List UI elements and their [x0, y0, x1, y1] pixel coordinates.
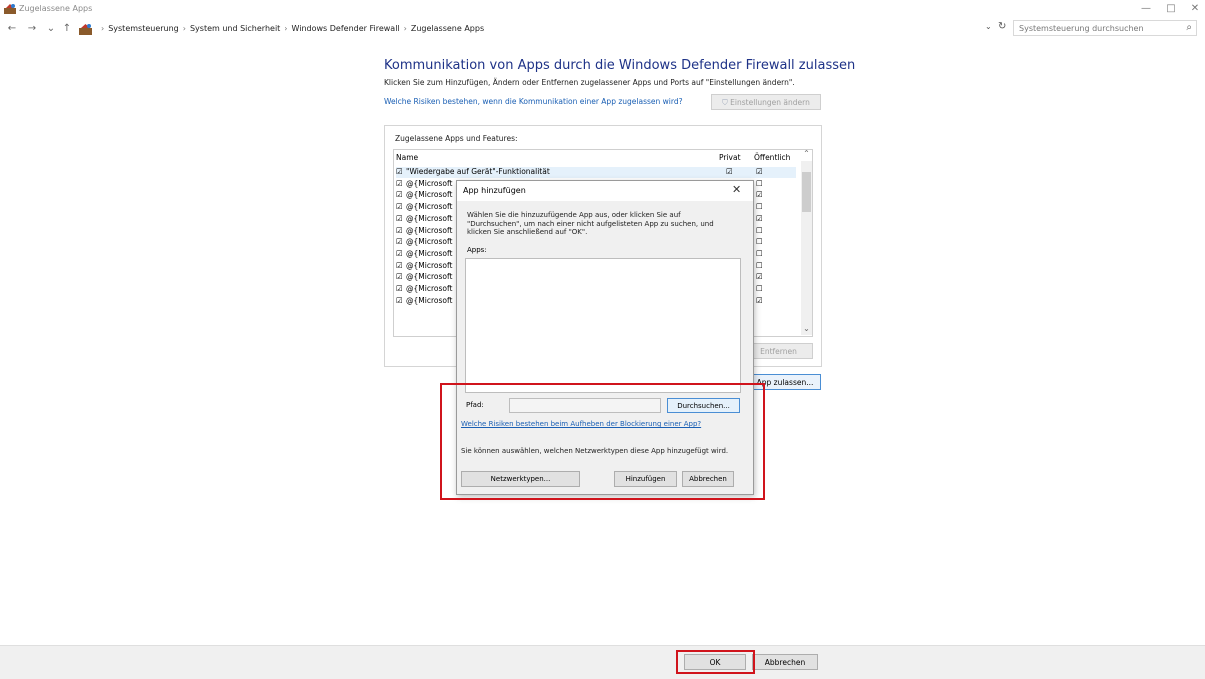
scrollbar-thumb[interactable] [802, 172, 811, 212]
breadcrumb-system-sicherheit[interactable]: System und Sicherheit [190, 24, 280, 33]
dialog-apps-list[interactable] [465, 258, 741, 393]
highlight-box-dialog-bottom [440, 383, 765, 500]
breadcrumb-firewall[interactable]: Windows Defender Firewall [292, 24, 400, 33]
app-name: @{Microsoft [406, 295, 453, 305]
breadcrumb-separator-icon: › [182, 24, 186, 33]
app-name: "Wiedergabe auf Gerät"-Funktionalität [406, 167, 550, 176]
app-name: @{Microsoft [406, 213, 453, 223]
public-checkbox[interactable]: ☑ [756, 190, 763, 199]
breadcrumb-separator-icon: › [284, 24, 288, 33]
column-header-private[interactable]: Privat [719, 153, 741, 162]
app-name: @{Microsoft [406, 178, 453, 188]
risk-help-link[interactable]: Welche Risiken bestehen, wenn die Kommun… [384, 97, 704, 107]
app-name: @{Microsoft [406, 248, 453, 258]
public-checkbox[interactable]: ☐ [756, 237, 763, 246]
breadcrumb-zugelassene-apps[interactable]: Zugelassene Apps [411, 24, 484, 33]
window-title: Zugelassene Apps [19, 4, 93, 13]
row-enabled-checkbox[interactable]: ☑ [396, 190, 403, 199]
breadcrumb: › Systemsteuerung › System und Sicherheit › W… [97, 22, 484, 36]
app-name: @{Microsoft [406, 284, 453, 293]
row-enabled-checkbox[interactable]: ☑ [396, 284, 403, 293]
public-checkbox[interactable]: ☐ [756, 249, 763, 258]
scroll-up-icon[interactable]: ⌃ [801, 149, 812, 161]
app-name: @{Microsoft [406, 190, 453, 200]
public-checkbox[interactable]: ☐ [756, 179, 763, 188]
up-arrow-icon[interactable]: ↑ [60, 22, 74, 36]
highlight-box-ok [676, 650, 755, 674]
footer-cancel-button[interactable]: Abbrechen [752, 654, 818, 670]
breadcrumb-systemsteuerung[interactable]: Systemsteuerung [108, 24, 179, 33]
public-checkbox[interactable]: ☑ [756, 167, 763, 176]
row-enabled-checkbox[interactable]: ☑ [396, 261, 403, 270]
app-name: @{Microsoft [406, 225, 453, 235]
dialog-apps-label: Apps: [467, 246, 487, 254]
public-checkbox[interactable]: ☑ [756, 296, 763, 305]
remove-button[interactable]: Entfernen [744, 343, 813, 359]
maximize-button[interactable]: □ [1160, 2, 1182, 16]
search-icon[interactable]: ⌕ [1186, 22, 1192, 33]
public-checkbox[interactable]: ☐ [756, 226, 763, 235]
column-header-name[interactable]: Name [396, 153, 418, 162]
address-dropdown-icon[interactable]: ⌄ [985, 22, 992, 31]
page-title: Kommunikation von Apps durch die Windows… [384, 58, 856, 73]
refresh-icon[interactable]: ↻ [998, 21, 1006, 32]
dialog-close-icon[interactable]: ✕ [732, 183, 741, 196]
forward-arrow-icon[interactable]: → [25, 22, 39, 36]
row-enabled-checkbox[interactable]: ☑ [396, 226, 403, 235]
row-enabled-checkbox[interactable]: ☑ [396, 249, 403, 258]
row-enabled-checkbox[interactable]: ☑ [396, 296, 403, 305]
back-arrow-icon[interactable]: ← [5, 22, 19, 36]
row-enabled-checkbox[interactable]: ☑ [396, 214, 403, 223]
allowed-apps-group-label: Zugelassene Apps und Features: [395, 134, 518, 143]
table-row[interactable]: ☑ "Wiedergabe auf Gerät"-Funktionalität ☑… [396, 167, 796, 178]
app-name: @{Microsoft [406, 260, 453, 270]
change-settings-button[interactable]: ⛉ Einstellungen ändern [711, 94, 821, 110]
public-checkbox[interactable]: ☐ [756, 261, 763, 270]
app-name: @{Microsoft [406, 237, 453, 247]
public-checkbox[interactable]: ☑ [756, 214, 763, 223]
page-description: Klicken Sie zum Hinzufügen, Ändern oder … [384, 78, 795, 87]
row-enabled-checkbox[interactable]: ☑ [396, 179, 403, 188]
breadcrumb-separator-icon: › [403, 24, 407, 33]
firewall-app-icon [4, 3, 16, 14]
app-name: @{Microsoft [406, 272, 453, 282]
scroll-down-icon[interactable]: ⌄ [801, 324, 812, 336]
app-name: @{Microsoft [406, 202, 453, 212]
change-settings-label: Einstellungen ändern [730, 98, 810, 107]
window-titlebar [0, 0, 1205, 18]
breadcrumb-separator-icon: › [101, 24, 105, 33]
close-button[interactable]: ✕ [1184, 2, 1205, 16]
minimize-button[interactable]: — [1135, 2, 1157, 16]
footer-bar [0, 645, 1205, 679]
public-checkbox[interactable]: ☑ [756, 272, 763, 281]
recent-locations-chevron-icon[interactable]: ⌄ [44, 22, 58, 36]
search-placeholder: Systemsteuerung durchsuchen [1019, 24, 1144, 33]
column-header-public[interactable]: Öffentlich [754, 153, 790, 162]
private-checkbox[interactable]: ☑ [726, 167, 733, 176]
row-enabled-checkbox[interactable]: ☑ [396, 272, 403, 281]
shield-icon: ⛉ [722, 98, 728, 107]
dialog-instructions: Wählen Sie die hinzuzufügende App aus, o… [467, 211, 714, 236]
public-checkbox[interactable]: ☐ [756, 202, 763, 211]
row-enabled-checkbox[interactable]: ☑ [396, 237, 403, 246]
dialog-title: App hinzufügen [463, 186, 526, 195]
control-panel-icon [79, 23, 92, 37]
row-enabled-checkbox[interactable]: ☑ [396, 202, 403, 211]
row-enabled-checkbox[interactable]: ☑ [396, 167, 403, 176]
search-input[interactable]: Systemsteuerung durchsuchen ⌕ [1013, 20, 1197, 36]
public-checkbox[interactable]: ☐ [756, 284, 763, 293]
